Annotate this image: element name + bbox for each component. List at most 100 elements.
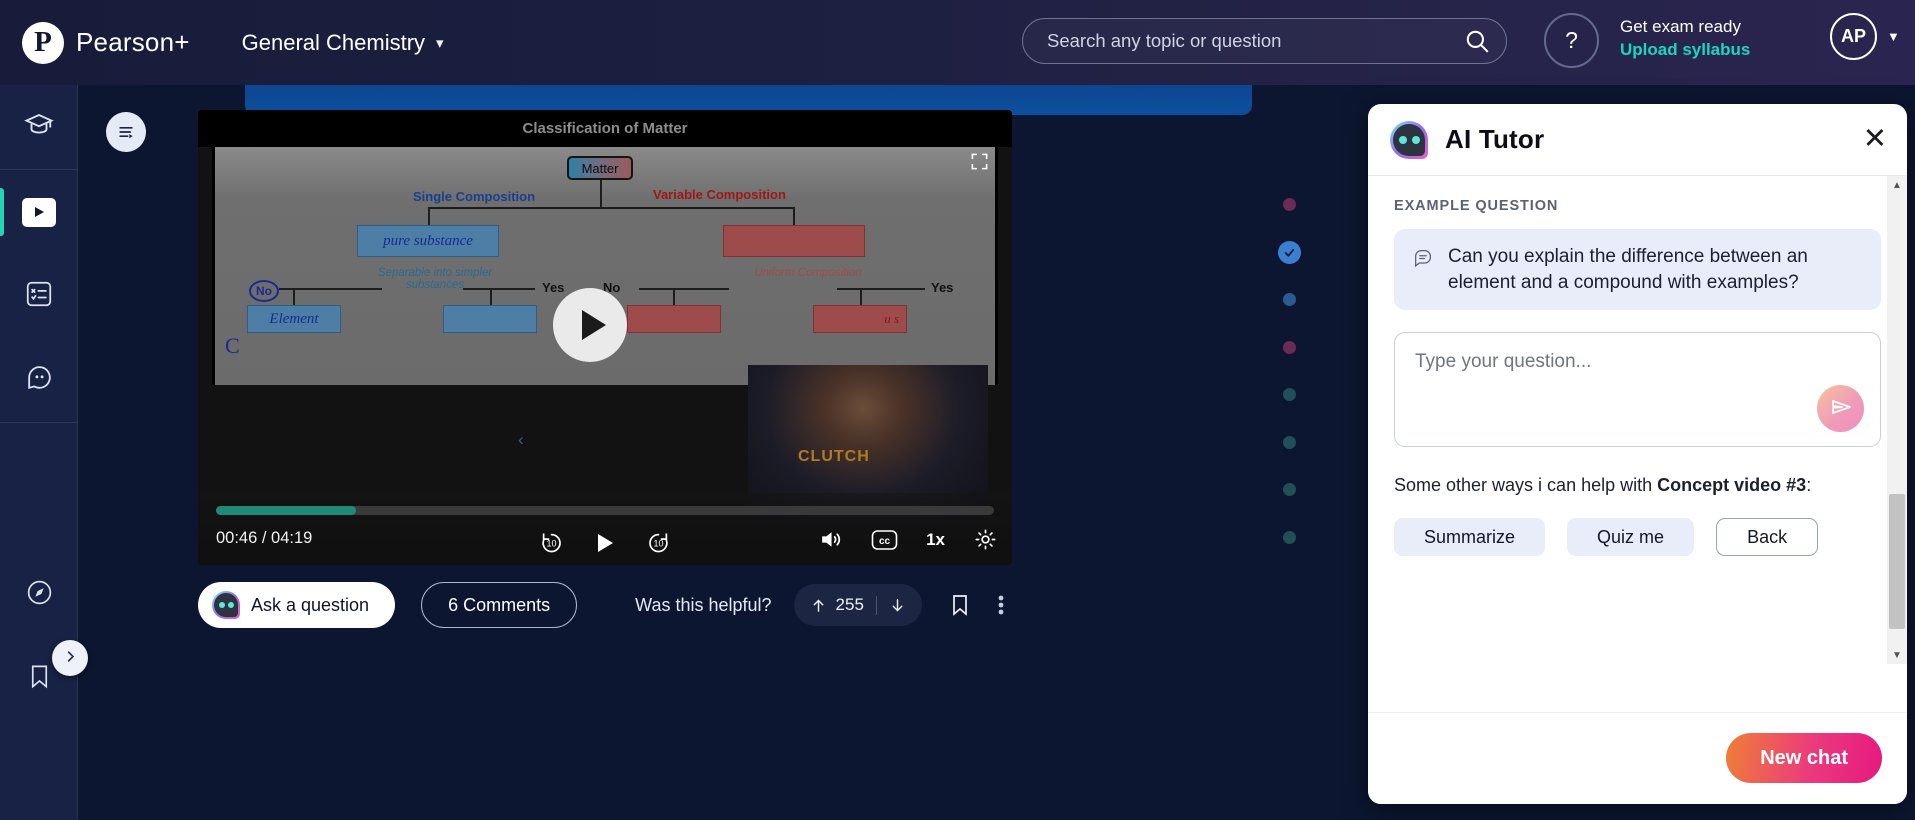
- question-input[interactable]: [1395, 333, 1880, 447]
- lesson-progress-dots: [1275, 85, 1315, 820]
- ai-tutor-footer: New chat: [1368, 712, 1907, 804]
- chevron-right-icon: [63, 649, 78, 667]
- progress-dot[interactable]: [1283, 436, 1296, 449]
- ai-tutor-panel: AI Tutor ✕ EXAMPLE QUESTION Can you expl…: [1368, 104, 1907, 804]
- top-header: P Pearson+ General Chemistry ▾ ? Get exa…: [0, 0, 1915, 85]
- play-pause-button[interactable]: [595, 532, 615, 554]
- transcript-outline-icon[interactable]: [106, 112, 146, 152]
- ai-tutor-header: AI Tutor ✕: [1368, 104, 1907, 176]
- course-selector[interactable]: General Chemistry ▾: [242, 30, 444, 56]
- closed-caption-icon[interactable]: cc: [871, 529, 898, 551]
- help-button[interactable]: ?: [1544, 13, 1599, 68]
- progress-dot[interactable]: [1283, 531, 1296, 544]
- other-ways-suffix: :: [1806, 475, 1812, 496]
- playback-speed-button[interactable]: 1x: [926, 530, 945, 550]
- progress-dot[interactable]: [1283, 341, 1296, 354]
- main-content: Classification of Matter Matter Single C…: [78, 85, 1368, 820]
- diagram-line: [490, 288, 492, 306]
- close-icon[interactable]: ✕: [1863, 125, 1887, 154]
- video-progress-bar[interactable]: [216, 506, 994, 515]
- diagram-right-yes-label: Yes: [931, 280, 954, 295]
- progress-dot[interactable]: [1283, 293, 1296, 306]
- search-icon[interactable]: [1448, 28, 1506, 54]
- left-sidebar: [0, 85, 78, 820]
- quiz-checklist-icon: [24, 279, 54, 314]
- expand-sidebar-button[interactable]: [52, 640, 88, 676]
- triangle-up-icon[interactable]: ▲: [1887, 176, 1907, 194]
- ai-tutor-title: AI Tutor: [1445, 124, 1545, 154]
- chevron-down-icon: ▾: [436, 34, 444, 52]
- pearson-p-logo: P: [22, 21, 64, 64]
- ai-tutor-body: EXAMPLE QUESTION Can you explain the dif…: [1368, 176, 1907, 736]
- comments-button[interactable]: 6 Comments: [421, 582, 578, 628]
- sidebar-item-courses[interactable]: [0, 85, 78, 169]
- vote-group: 255: [793, 584, 922, 626]
- scrollbar-thumb[interactable]: [1889, 494, 1905, 629]
- progress-dot[interactable]: [1283, 483, 1296, 496]
- chat-lines-icon: [1412, 244, 1434, 295]
- upload-syllabus-link[interactable]: Upload syllabus: [1620, 39, 1750, 62]
- diagram-element-node: Element: [247, 305, 341, 333]
- send-button[interactable]: [1817, 385, 1864, 433]
- rewind-10-button[interactable]: 10: [538, 529, 565, 556]
- fullscreen-icon[interactable]: [970, 152, 989, 176]
- sidebar-item-practice[interactable]: [0, 254, 78, 338]
- gear-icon[interactable]: [973, 527, 998, 552]
- search-input[interactable]: [1023, 30, 1448, 52]
- forward-10-button[interactable]: 10: [645, 529, 672, 556]
- divider: [875, 595, 877, 615]
- example-question-label: EXAMPLE QUESTION: [1394, 198, 1559, 214]
- app-root: P Pearson+ General Chemistry ▾ ? Get exa…: [0, 0, 1915, 820]
- play-overlay-button[interactable]: [553, 288, 627, 362]
- diagram-mixture-node: [723, 225, 865, 257]
- search-bar[interactable]: [1022, 18, 1507, 64]
- progress-dot-current[interactable]: [1278, 241, 1301, 264]
- progress-dot[interactable]: [1283, 388, 1296, 401]
- diagram-heterogeneous-node: [627, 305, 721, 333]
- course-name: General Chemistry: [241, 29, 426, 55]
- diagram-pure-substance-node: pure substance: [357, 225, 499, 257]
- sidebar-item-explore[interactable]: [0, 553, 78, 637]
- video-controls: 00:46 / 04:19 10 10 cc 1x: [198, 493, 1012, 565]
- ask-question-button[interactable]: Ask a question: [198, 582, 396, 628]
- more-vertical-icon[interactable]: [998, 593, 1004, 617]
- exam-ready-block[interactable]: Get exam ready Upload syllabus: [1620, 16, 1750, 62]
- sidebar-item-discussion[interactable]: [0, 338, 78, 422]
- play-icon: [581, 310, 606, 340]
- new-chat-button[interactable]: New chat: [1726, 733, 1882, 783]
- diagram-left-yes-label: Yes: [542, 280, 565, 295]
- video-title: Classification of Matter: [198, 110, 1012, 147]
- sidebar-item-videos[interactable]: [0, 170, 78, 254]
- other-ways-text: Some other ways i can help with Concept …: [1394, 475, 1881, 496]
- example-question-bubble[interactable]: Can you explain the difference between a…: [1394, 229, 1881, 311]
- downvote-button[interactable]: [889, 597, 906, 614]
- suggestion-buttons: Summarize Quiz me Back: [1394, 518, 1881, 557]
- handwriting: u s: [884, 311, 899, 326]
- check-icon: [1284, 248, 1295, 257]
- ai-tutor-scrollbar[interactable]: ▲ ▼: [1887, 176, 1907, 664]
- brand[interactable]: P Pearson+: [22, 21, 190, 64]
- svg-text:10: 10: [546, 538, 556, 548]
- video-player[interactable]: Classification of Matter Matter Single C…: [198, 110, 1012, 565]
- bookmark-icon[interactable]: [948, 593, 972, 617]
- ask-question-label: Ask a question: [251, 594, 370, 615]
- send-plane-icon: [1829, 395, 1853, 422]
- back-button[interactable]: Back: [1716, 518, 1819, 557]
- quiz-me-button[interactable]: Quiz me: [1567, 518, 1695, 557]
- ai-bot-icon: [212, 591, 240, 619]
- exam-ready-label: Get exam ready: [1620, 17, 1741, 36]
- triangle-down-icon[interactable]: ▼: [1887, 646, 1907, 664]
- question-input-wrapper[interactable]: [1394, 332, 1881, 448]
- upvote-button[interactable]: 255: [810, 595, 864, 615]
- chat-bubble-icon: [24, 362, 55, 398]
- account-menu[interactable]: AP ▼: [1830, 13, 1900, 60]
- summarize-button[interactable]: Summarize: [1394, 518, 1546, 557]
- diagram-line: [673, 288, 675, 306]
- progress-dot[interactable]: [1283, 198, 1296, 211]
- slide-prev-chevron-icon[interactable]: ‹: [518, 430, 524, 450]
- ai-bot-icon: [1390, 120, 1428, 159]
- diagram-left-no-label: No: [249, 280, 279, 302]
- volume-icon[interactable]: [818, 527, 843, 552]
- other-ways-subject: Concept video #3: [1657, 475, 1807, 496]
- helpful-label: Was this helpful?: [635, 594, 772, 615]
